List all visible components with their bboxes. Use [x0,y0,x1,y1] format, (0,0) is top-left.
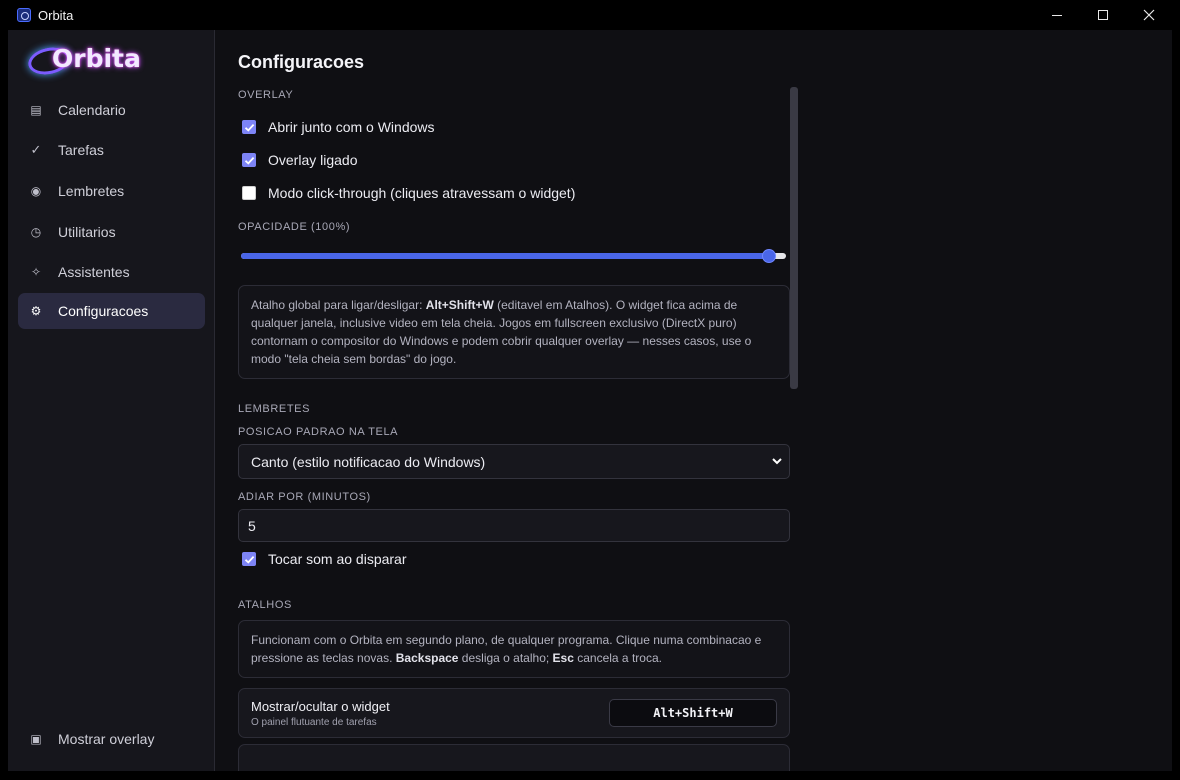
clock-icon: ◷ [30,225,42,239]
sidebar-item-lembretes[interactable]: ◉ Lembretes [18,173,205,209]
checkbox-label: Tocar som ao disparar [268,551,407,567]
checkbox-label: Modo click-through (cliques atravessam o… [268,185,576,201]
shortcut-row-toggle-widget: Mostrar/ocultar o widget O painel flutua… [238,688,790,738]
shortcut-title: Mostrar/ocultar o widget [251,699,390,714]
section-label-overlay: OVERLAY [238,89,294,101]
page-title: Configuracoes [238,52,365,72]
checkbox-checked-icon [242,120,256,134]
sidebar-item-utilitarios[interactable]: ◷ Utilitarios [18,214,205,250]
sparkle-icon: ✧ [30,265,42,279]
close-icon [1143,9,1155,21]
sidebar-item-label: Calendario [58,102,126,118]
checkbox-play-sound[interactable]: Tocar som ao disparar [242,549,407,569]
position-select[interactable]: Canto (estilo notificacao do Windows) [238,444,790,479]
info-key: Backspace [395,651,459,665]
opacity-slider-fill [241,253,769,259]
logo-text: Orbita [52,44,141,73]
checkbox-click-through[interactable]: Modo click-through (cliques atravessam o… [242,183,575,203]
title-bar: Orbita [0,0,1180,30]
shortcuts-info-box: Funcionam com o Orbita em segundo plano,… [238,620,790,678]
sidebar-item-label: Assistentes [58,264,130,280]
app-window: Orbita Orbita ▤ Calendario ✓ Tarefas ◉ L… [0,0,1180,780]
list-icon: ▤ [30,103,42,117]
sidebar-item-assistentes[interactable]: ✧ Assistentes [18,254,205,290]
window-border-left [0,30,8,780]
checkbox-overlay-on[interactable]: Overlay ligado [242,150,358,170]
opacity-slider-thumb[interactable] [762,249,776,263]
opacity-label: OPACIDADE (100%) [238,221,351,233]
sidebar-item-label: Configuracoes [58,303,149,319]
settings-panel: Configuracoes OVERLAY Abrir junto com o … [216,30,1172,771]
info-text: cancela a troca. [573,651,662,665]
shortcut-subtitle: O painel flutuante de tarefas [251,717,377,728]
sidebar-item-label: Mostrar overlay [58,731,155,747]
minimize-icon [1052,14,1062,16]
checkbox-checked-icon [242,552,256,566]
checkbox-label: Overlay ligado [268,152,358,168]
checkbox-open-with-windows[interactable]: Abrir junto com o Windows [242,117,435,137]
info-text: Atalho global para ligar/desligar: [251,298,426,312]
square-icon: ▣ [30,732,42,746]
position-label: POSICAO PADRAO NA TELA [238,426,399,438]
info-key: Alt+Shift+W [425,298,494,312]
close-button[interactable] [1126,0,1172,30]
opacity-slider[interactable] [241,249,786,263]
position-select-value: Canto (estilo notificacao do Windows) [251,453,486,470]
sidebar-item-configuracoes[interactable]: ⚙ Configuracoes [18,293,205,329]
sidebar-item-mostrar-overlay[interactable]: ▣ Mostrar overlay [18,721,205,757]
minimize-button[interactable] [1034,0,1080,30]
sidebar-item-tarefas[interactable]: ✓ Tarefas [18,132,205,168]
window-border-right [1172,30,1180,780]
info-text: desliga o atalho; [458,651,553,665]
checkbox-checked-icon [242,153,256,167]
maximize-button[interactable] [1080,0,1126,30]
window-title: Orbita [38,8,74,23]
check-icon: ✓ [30,142,42,157]
app-icon [17,8,31,22]
scrollbar-thumb[interactable] [790,87,798,389]
sidebar-item-label: Lembretes [58,183,125,199]
overlay-info-box: Atalho global para ligar/desligar: Alt+S… [238,285,790,379]
sidebar-item-calendario[interactable]: ▤ Calendario [18,92,205,128]
sidebar-item-label: Utilitarios [58,224,116,240]
shortcut-key-button[interactable]: Alt+Shift+W [609,699,777,727]
info-key: Esc [552,651,574,665]
section-label-atalhos: ATALHOS [238,599,292,611]
section-label-lembretes: LEMBRETES [238,403,311,415]
snooze-minutes-value: 5 [248,517,256,534]
window-border-bottom [0,771,1180,780]
snooze-minutes-input[interactable]: 5 [238,509,790,542]
chevron-down-icon [772,458,782,465]
checkbox-label: Abrir junto com o Windows [268,119,435,135]
snooze-label: ADIAR POR (MINUTOS) [238,491,371,503]
orbita-logo: Orbita [25,42,141,79]
shortcut-row-partial [238,744,790,771]
gear-icon: ⚙ [30,304,42,318]
maximize-icon [1098,10,1108,20]
sidebar: Orbita ▤ Calendario ✓ Tarefas ◉ Lembrete… [8,30,215,771]
sidebar-item-label: Tarefas [58,142,104,158]
dot-icon: ◉ [30,184,42,198]
checkbox-unchecked-icon [242,186,256,200]
